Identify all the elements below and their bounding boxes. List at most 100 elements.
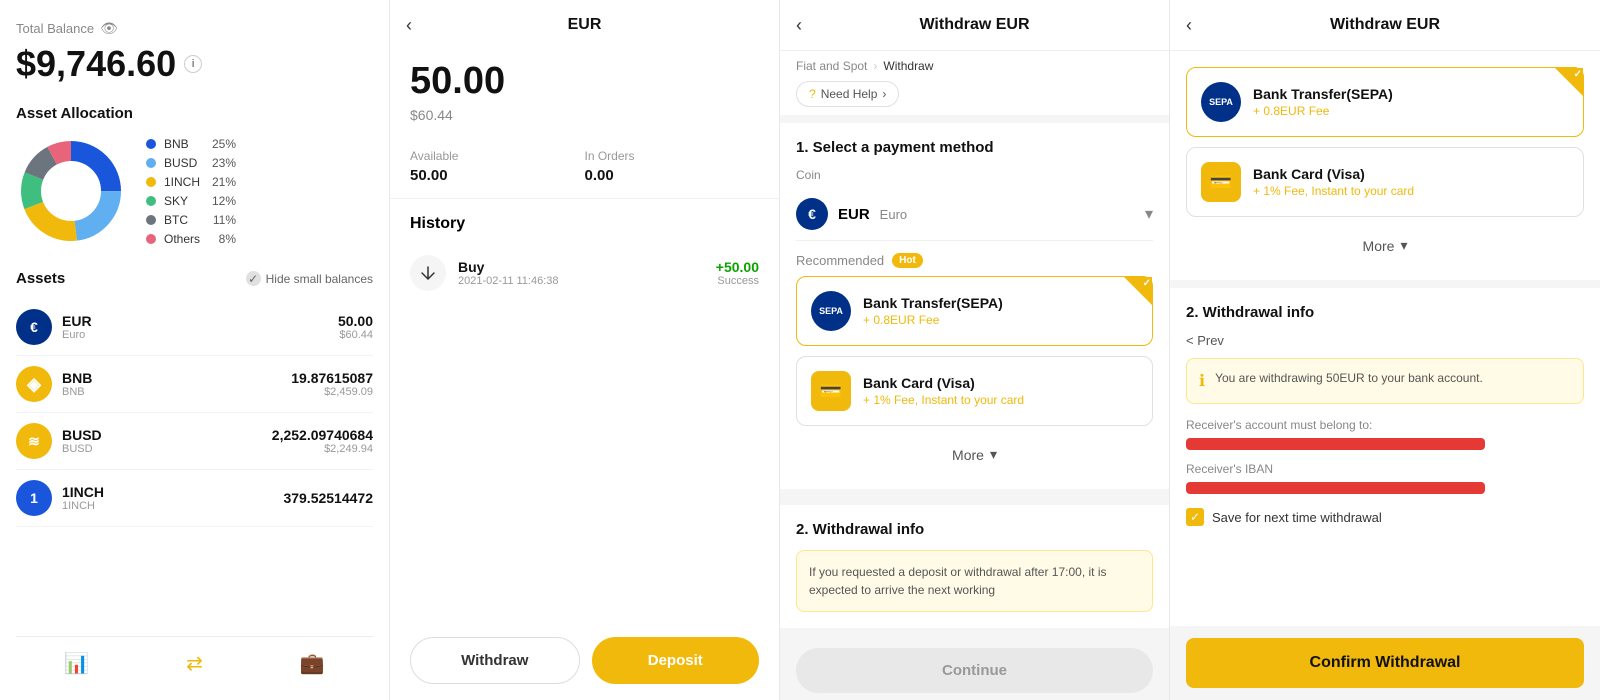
balance-row: Available 50.00 In Orders 0.00 [390,139,779,199]
hot-badge: Hot [892,253,923,268]
history-type: Buy [458,259,716,275]
asset-1inch[interactable]: 1 1INCH 1INCH 379.52514472 [16,470,373,527]
hide-small-balances[interactable]: ✓ Hide small balances [246,271,373,286]
nav-trade[interactable]: ⇄ [186,651,203,676]
receiver-field[interactable] [1186,438,1485,450]
coin-label: Coin [796,168,1153,182]
available-label: Available [410,149,585,163]
save-label: Save for next time withdrawal [1212,510,1382,525]
asset-bnb[interactable]: ◈ BNB BNB 19.87615087 $2,459.09 [16,356,373,413]
back-button-3[interactable]: ‹ [796,15,802,36]
coin-code: EUR [838,206,870,223]
history-date: 2021-02-11 11:46:38 [458,275,716,287]
bnb-icon: ◈ [16,366,52,402]
breadcrumb: Fiat and Spot › Withdraw [780,51,1169,81]
confirm-withdrawal-button[interactable]: Confirm Withdrawal [1186,638,1584,688]
payment-visa-4[interactable]: 💳 Bank Card (Visa) + 1% Fee, Instant to … [1186,147,1584,217]
legend-btc: BTC 11% [146,213,236,227]
sepa-name: Bank Transfer(SEPA) [863,295,1138,311]
visa-icon-4: 💳 [1201,162,1241,202]
deposit-button[interactable]: Deposit [592,637,760,684]
coin-icon: € [796,198,828,230]
nav-wallet[interactable]: 💼 [300,651,325,676]
trade-icon: ⇄ [186,651,203,676]
history-buy-icon [410,255,446,291]
assets-title: Assets [16,270,65,287]
selected-checkmark: ✓ [1143,278,1151,289]
donut-chart [16,136,126,246]
back-button[interactable]: ‹ [406,15,412,36]
visa-fee-4: + 1% Fee, Instant to your card [1253,184,1569,198]
available-balance: Available 50.00 [410,149,585,184]
breadcrumb-fiat[interactable]: Fiat and Spot [796,59,867,73]
payment-sepa-4[interactable]: ✓ SEPA Bank Transfer(SEPA) + 0.8EUR Fee [1186,67,1584,137]
1inch-icon: 1 [16,480,52,516]
legend-busd: BUSD 23% [146,156,236,170]
continue-button[interactable]: Continue [796,648,1153,693]
nav-markets[interactable]: 📊 [64,651,89,676]
recommended-label: Recommended Hot [796,253,1153,268]
legend: BNB 25% BUSD 23% 1INCH 21% SKY 12% BTC [146,137,236,246]
step2-title: 2. Withdrawal info [796,521,1153,538]
back-button-4[interactable]: ‹ [1186,15,1192,36]
panel-withdraw-confirmation: ‹ Withdraw EUR ✓ SEPA Bank Transfer(SEPA… [1170,0,1600,700]
inorders-value: 0.00 [585,167,760,184]
coin-selector[interactable]: € EUR Euro ▾ [796,188,1153,241]
eur-panel-header: ‹ EUR [390,0,779,50]
withdrawal-notice: ℹ You are withdrawing 50EUR to your bank… [1186,358,1584,404]
receiver-label: Receiver's account must belong to: [1186,418,1584,432]
prev-link[interactable]: < Prev [1186,333,1584,348]
step2-title-4: 2. Withdrawal info [1186,304,1584,321]
asset-allocation-title: Asset Allocation [16,105,373,122]
markets-icon: 📊 [64,651,89,676]
asset-eur[interactable]: € EUR Euro 50.00 $60.44 [16,299,373,356]
breadcrumb-separator: › [873,59,877,73]
payment-method-section-4: ✓ SEPA Bank Transfer(SEPA) + 0.8EUR Fee … [1170,51,1600,280]
panel-wallet-overview: Total Balance 👁 $9,746.60 i Asset Alloca… [0,0,390,700]
payment-method-section: 1. Select a payment method Coin € EUR Eu… [780,123,1169,489]
history-amount-value: +50.00 [716,259,759,275]
breadcrumb-current: Withdraw [883,59,933,73]
visa-icon: 💳 [811,371,851,411]
more-button[interactable]: More ▾ [796,436,1153,473]
more-button-4[interactable]: More ▾ [1186,227,1584,264]
legend-others: Others 8% [146,232,236,246]
withdrawal-form: 2. Withdrawal info < Prev ℹ You are with… [1170,288,1600,626]
busd-icon: ≋ [16,423,52,459]
info-icon[interactable]: i [184,55,202,73]
total-balance-label: Total Balance 👁 [16,20,373,37]
selected-checkmark-4: ✓ [1574,69,1582,80]
chevron-down-icon: ▾ [1145,204,1153,224]
withdraw-button[interactable]: Withdraw [410,637,580,684]
iban-label: Receiver's IBAN [1186,462,1584,476]
asset-list: € EUR Euro 50.00 $60.44 ◈ BNB BNB 19.876… [16,299,373,527]
payment-sepa[interactable]: ✓ SEPA Bank Transfer(SEPA) + 0.8EUR Fee [796,276,1153,346]
inorders-balance: In Orders 0.00 [585,149,760,184]
legend-bnb: BNB 25% [146,137,236,151]
sepa-fee: + 0.8EUR Fee [863,313,1138,327]
chevron-down-icon-more: ▾ [990,446,997,463]
action-buttons: Withdraw Deposit [390,621,779,700]
coin-fullname: Euro [880,207,907,222]
withdraw-panel-header: ‹ Withdraw EUR [780,0,1169,51]
visa-fee: + 1% Fee, Instant to your card [863,393,1138,407]
eye-icon[interactable]: 👁 [100,20,118,37]
iban-field[interactable] [1186,482,1485,494]
withdrawal-info-box: If you requested a deposit or withdrawal… [796,550,1153,612]
payment-visa[interactable]: 💳 Bank Card (Visa) + 1% Fee, Instant to … [796,356,1153,426]
sepa-fee-4: + 0.8EUR Fee [1253,104,1569,118]
save-checkbox[interactable]: ✓ [1186,508,1204,526]
withdraw-panel-title: Withdraw EUR [919,16,1029,34]
asset-busd[interactable]: ≋ BUSD BUSD 2,252.09740684 $2,249.94 [16,413,373,470]
withdrawal-info-section: 2. Withdrawal info If you requested a de… [780,505,1169,628]
panel-eur-detail: ‹ EUR 50.00 $60.44 Available 50.00 In Or… [390,0,780,700]
panel-withdraw-eur: ‹ Withdraw EUR Fiat and Spot › Withdraw … [780,0,1170,700]
history-title: History [390,199,779,243]
history-item-buy: Buy 2021-02-11 11:46:38 +50.00 Success [390,243,779,303]
chevron-down-icon-more-4: ▾ [1400,237,1407,254]
visa-name: Bank Card (Visa) [863,375,1138,391]
sepa-icon: SEPA [811,291,851,331]
panel-title: EUR [568,16,602,34]
available-value: 50.00 [410,167,585,184]
need-help-button[interactable]: ? Need Help › [796,81,899,107]
